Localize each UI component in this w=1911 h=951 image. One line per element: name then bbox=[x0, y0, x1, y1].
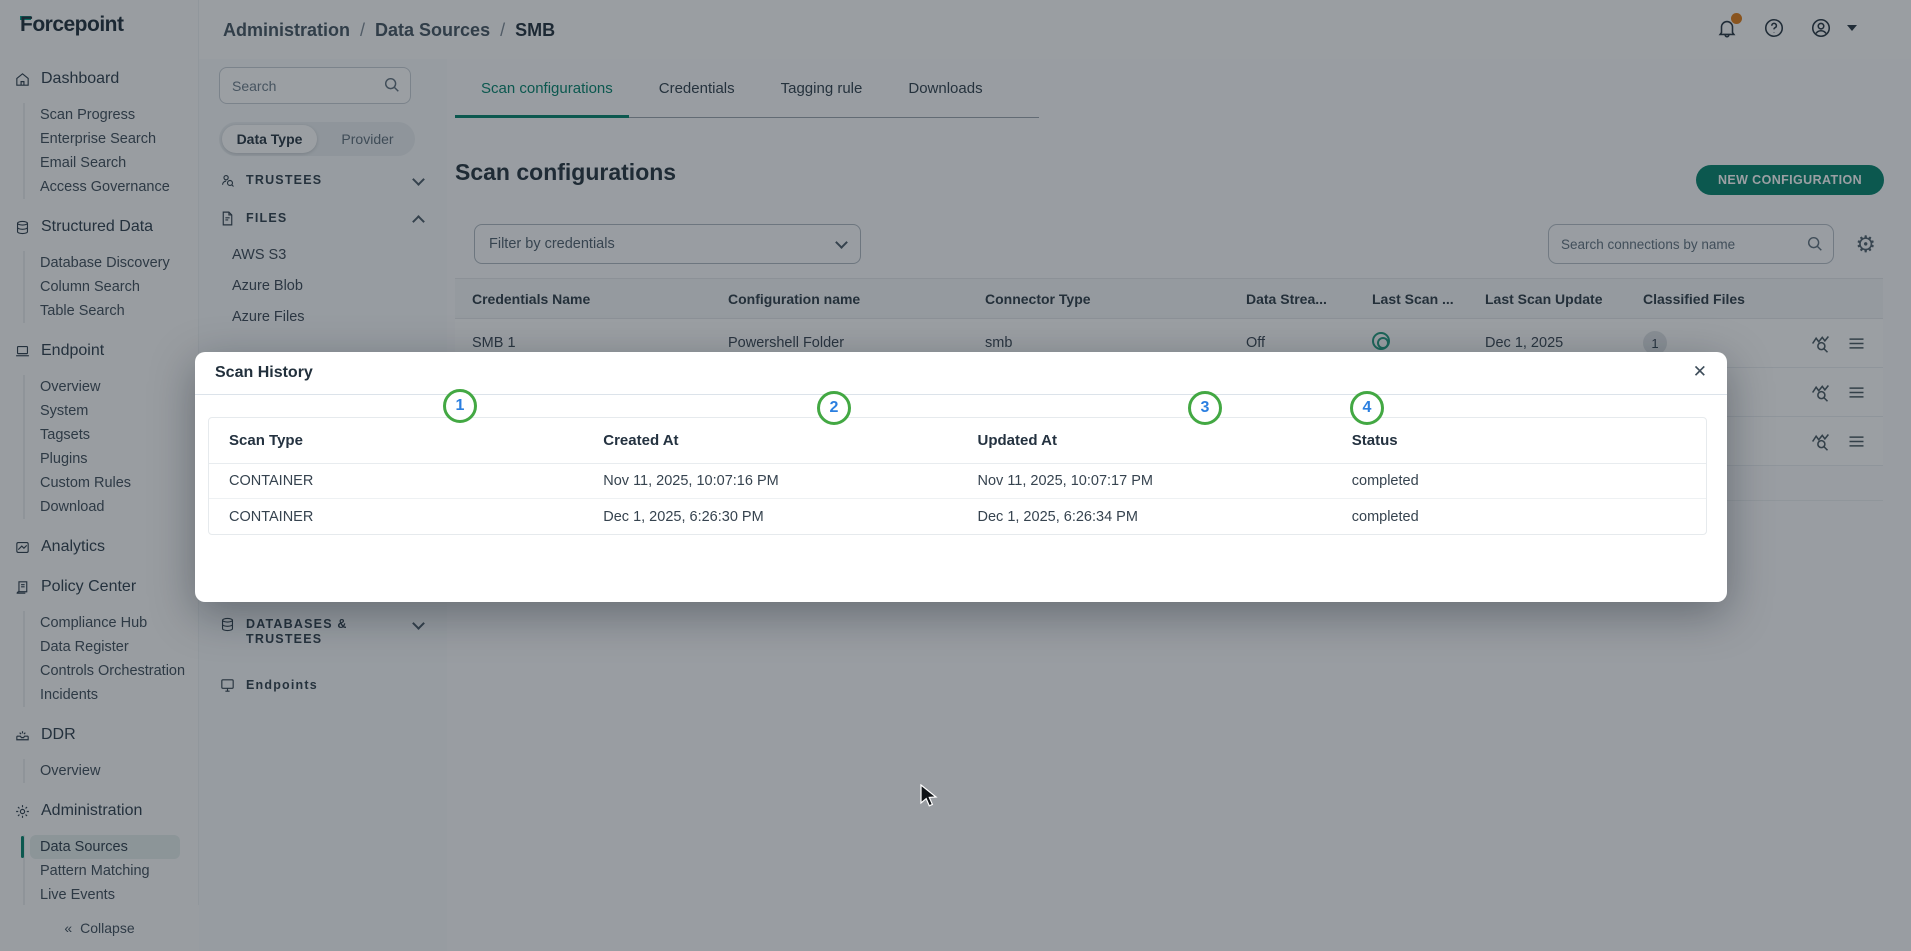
modal-header: Scan History ✕ bbox=[195, 352, 1727, 395]
modal-table-row[interactable]: CONTAINER Nov 11, 2025, 10:07:16 PM Nov … bbox=[209, 464, 1706, 499]
close-icon[interactable]: ✕ bbox=[1693, 362, 1707, 382]
col-scan-type: Scan Type bbox=[209, 432, 583, 449]
col-status: Status bbox=[1332, 432, 1706, 449]
app-window: Forcepoint Dashboard Scan Progress Enter… bbox=[0, 0, 1911, 951]
step-badge-2: 2 bbox=[817, 391, 851, 425]
step-badge-3: 3 bbox=[1188, 391, 1222, 425]
col-created-at: Created At bbox=[583, 432, 957, 449]
scan-history-modal: Scan History ✕ 1 2 3 4 Scan Type Created… bbox=[195, 352, 1727, 602]
modal-table-row[interactable]: CONTAINER Dec 1, 2025, 6:26:30 PM Dec 1,… bbox=[209, 499, 1706, 534]
step-badge-4: 4 bbox=[1350, 391, 1384, 425]
modal-title: Scan History bbox=[215, 364, 313, 382]
col-updated-at: Updated At bbox=[958, 432, 1332, 449]
modal-table-header: Scan Type Created At Updated At Status bbox=[209, 418, 1706, 464]
scan-history-table: Scan Type Created At Updated At Status C… bbox=[208, 417, 1707, 535]
step-badge-1: 1 bbox=[443, 389, 477, 423]
